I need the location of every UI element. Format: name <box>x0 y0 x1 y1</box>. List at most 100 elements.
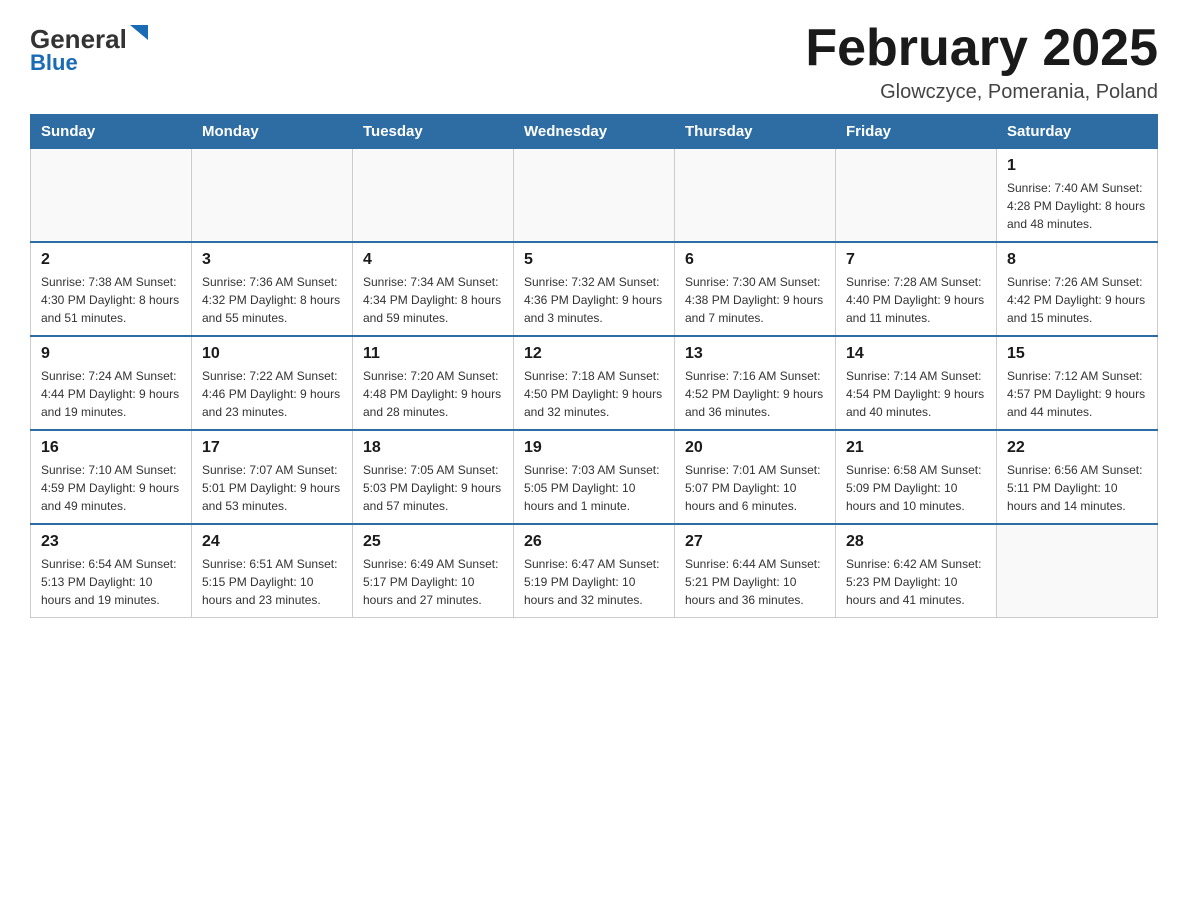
day-info: Sunrise: 7:07 AM Sunset: 5:01 PM Dayligh… <box>202 461 342 515</box>
day-info: Sunrise: 7:32 AM Sunset: 4:36 PM Dayligh… <box>524 273 664 327</box>
day-info: Sunrise: 6:49 AM Sunset: 5:17 PM Dayligh… <box>363 555 503 609</box>
calendar-cell: 3Sunrise: 7:36 AM Sunset: 4:32 PM Daylig… <box>192 242 353 336</box>
day-info: Sunrise: 7:24 AM Sunset: 4:44 PM Dayligh… <box>41 367 181 421</box>
day-number: 18 <box>363 439 503 457</box>
calendar-cell: 16 Sunrise: 7:10 AM Sunset: 4:59 PM Dayli… <box>31 430 192 524</box>
header-saturday: Saturday <box>997 115 1158 149</box>
day-number: 20 <box>685 439 825 457</box>
day-number: 27 <box>685 533 825 551</box>
calendar-cell: 15Sunrise: 7:12 AM Sunset: 4:57 PM Dayli… <box>997 336 1158 430</box>
day-info: Sunrise: 6:44 AM Sunset: 5:21 PM Dayligh… <box>685 555 825 609</box>
calendar-cell <box>675 149 836 243</box>
day-info: Sunrise: 7:30 AM Sunset: 4:38 PM Dayligh… <box>685 273 825 327</box>
calendar-cell: 10 Sunrise: 7:22 AM Sunset: 4:46 PM Dayli… <box>192 336 353 430</box>
calendar-cell: 21 Sunrise: 6:58 AM Sunset: 5:09 PM Dayli… <box>836 430 997 524</box>
day-number: 12 <box>524 345 664 363</box>
header-monday: Monday <box>192 115 353 149</box>
day-info: Sunrise: 7:03 AM Sunset: 5:05 PM Dayligh… <box>524 461 664 515</box>
calendar-cell: 23 Sunrise: 6:54 AM Sunset: 5:13 PM Dayli… <box>31 524 192 618</box>
day-info: Sunrise: 7:16 AM Sunset: 4:52 PM Dayligh… <box>685 367 825 421</box>
day-number: 17 <box>202 439 342 457</box>
day-info: Sunrise: 7:38 AM Sunset: 4:30 PM Dayligh… <box>41 273 181 327</box>
calendar-cell: 28 Sunrise: 6:42 AM Sunset: 5:23 PM Dayli… <box>836 524 997 618</box>
calendar-cell: 4 Sunrise: 7:34 AM Sunset: 4:34 PM Daylig… <box>353 242 514 336</box>
calendar-table: Sunday Monday Tuesday Wednesday Thursday… <box>30 114 1158 618</box>
calendar-cell <box>514 149 675 243</box>
day-number: 9 <box>41 345 181 363</box>
day-number: 16 <box>41 439 181 457</box>
calendar-cell: 18 Sunrise: 7:05 AM Sunset: 5:03 PM Dayli… <box>353 430 514 524</box>
header-friday: Friday <box>836 115 997 149</box>
calendar-cell <box>997 524 1158 618</box>
day-number: 19 <box>524 439 664 457</box>
day-info: Sunrise: 6:56 AM Sunset: 5:11 PM Dayligh… <box>1007 461 1147 515</box>
calendar-cell <box>353 149 514 243</box>
day-number: 24 <box>202 533 342 551</box>
calendar-cell: 12Sunrise: 7:18 AM Sunset: 4:50 PM Dayli… <box>514 336 675 430</box>
calendar-cell: 17 Sunrise: 7:07 AM Sunset: 5:01 PM Dayli… <box>192 430 353 524</box>
day-number: 21 <box>846 439 986 457</box>
day-number: 10 <box>202 345 342 363</box>
calendar-cell: 14 Sunrise: 7:14 AM Sunset: 4:54 PM Dayli… <box>836 336 997 430</box>
day-info: Sunrise: 7:05 AM Sunset: 5:03 PM Dayligh… <box>363 461 503 515</box>
week-row-3: 9 Sunrise: 7:24 AM Sunset: 4:44 PM Daylig… <box>31 336 1158 430</box>
logo-graphic: General Blue <box>30 20 160 75</box>
day-info: Sunrise: 6:54 AM Sunset: 5:13 PM Dayligh… <box>41 555 181 609</box>
day-info: Sunrise: 7:26 AM Sunset: 4:42 PM Dayligh… <box>1007 273 1147 327</box>
calendar-cell <box>31 149 192 243</box>
header-thursday: Thursday <box>675 115 836 149</box>
day-number: 15 <box>1007 345 1147 363</box>
calendar-cell: 27 Sunrise: 6:44 AM Sunset: 5:21 PM Dayli… <box>675 524 836 618</box>
day-info: Sunrise: 7:10 AM Sunset: 4:59 PM Dayligh… <box>41 461 181 515</box>
header-tuesday: Tuesday <box>353 115 514 149</box>
page-header: General Blue February 2025 Glowczyce, Po… <box>30 20 1158 104</box>
day-number: 6 <box>685 251 825 269</box>
calendar-cell: 13 Sunrise: 7:16 AM Sunset: 4:52 PM Dayli… <box>675 336 836 430</box>
day-number: 4 <box>363 251 503 269</box>
day-number: 3 <box>202 251 342 269</box>
week-row-2: 2 Sunrise: 7:38 AM Sunset: 4:30 PM Daylig… <box>31 242 1158 336</box>
location-subtitle: Glowczyce, Pomerania, Poland <box>805 81 1158 104</box>
calendar-cell <box>836 149 997 243</box>
calendar-cell: 25 Sunrise: 6:49 AM Sunset: 5:17 PM Dayli… <box>353 524 514 618</box>
day-number: 26 <box>524 533 664 551</box>
day-number: 28 <box>846 533 986 551</box>
week-row-4: 16 Sunrise: 7:10 AM Sunset: 4:59 PM Dayli… <box>31 430 1158 524</box>
calendar-cell: 8 Sunrise: 7:26 AM Sunset: 4:42 PM Daylig… <box>997 242 1158 336</box>
svg-text:Blue: Blue <box>30 50 78 75</box>
calendar-cell: 6 Sunrise: 7:30 AM Sunset: 4:38 PM Daylig… <box>675 242 836 336</box>
day-number: 11 <box>363 345 503 363</box>
calendar-cell: 26Sunrise: 6:47 AM Sunset: 5:19 PM Dayli… <box>514 524 675 618</box>
day-info: Sunrise: 6:58 AM Sunset: 5:09 PM Dayligh… <box>846 461 986 515</box>
month-title: February 2025 <box>805 20 1158 77</box>
calendar-cell: 24 Sunrise: 6:51 AM Sunset: 5:15 PM Dayli… <box>192 524 353 618</box>
day-number: 22 <box>1007 439 1147 457</box>
day-info: Sunrise: 7:28 AM Sunset: 4:40 PM Dayligh… <box>846 273 986 327</box>
day-info: Sunrise: 7:34 AM Sunset: 4:34 PM Dayligh… <box>363 273 503 327</box>
day-info: Sunrise: 6:51 AM Sunset: 5:15 PM Dayligh… <box>202 555 342 609</box>
day-number: 25 <box>363 533 503 551</box>
day-number: 5 <box>524 251 664 269</box>
day-number: 13 <box>685 345 825 363</box>
week-row-1: 1 Sunrise: 7:40 AM Sunset: 4:28 PM Daylig… <box>31 149 1158 243</box>
day-info: Sunrise: 7:01 AM Sunset: 5:07 PM Dayligh… <box>685 461 825 515</box>
day-info: Sunrise: 7:40 AM Sunset: 4:28 PM Dayligh… <box>1007 179 1147 233</box>
day-number: 14 <box>846 345 986 363</box>
day-number: 1 <box>1007 157 1147 175</box>
day-info: Sunrise: 7:14 AM Sunset: 4:54 PM Dayligh… <box>846 367 986 421</box>
calendar-cell: 2 Sunrise: 7:38 AM Sunset: 4:30 PM Daylig… <box>31 242 192 336</box>
calendar-cell: 1 Sunrise: 7:40 AM Sunset: 4:28 PM Daylig… <box>997 149 1158 243</box>
day-number: 2 <box>41 251 181 269</box>
calendar-cell <box>192 149 353 243</box>
calendar-cell: 20 Sunrise: 7:01 AM Sunset: 5:07 PM Dayli… <box>675 430 836 524</box>
day-info: Sunrise: 7:22 AM Sunset: 4:46 PM Dayligh… <box>202 367 342 421</box>
day-number: 8 <box>1007 251 1147 269</box>
header-wednesday: Wednesday <box>514 115 675 149</box>
calendar-cell: 5 Sunrise: 7:32 AM Sunset: 4:36 PM Daylig… <box>514 242 675 336</box>
calendar-cell: 7 Sunrise: 7:28 AM Sunset: 4:40 PM Daylig… <box>836 242 997 336</box>
day-number: 7 <box>846 251 986 269</box>
day-number: 23 <box>41 533 181 551</box>
day-info: Sunrise: 6:42 AM Sunset: 5:23 PM Dayligh… <box>846 555 986 609</box>
calendar-cell: 19 Sunrise: 7:03 AM Sunset: 5:05 PM Dayli… <box>514 430 675 524</box>
logo: General Blue <box>30 20 160 75</box>
